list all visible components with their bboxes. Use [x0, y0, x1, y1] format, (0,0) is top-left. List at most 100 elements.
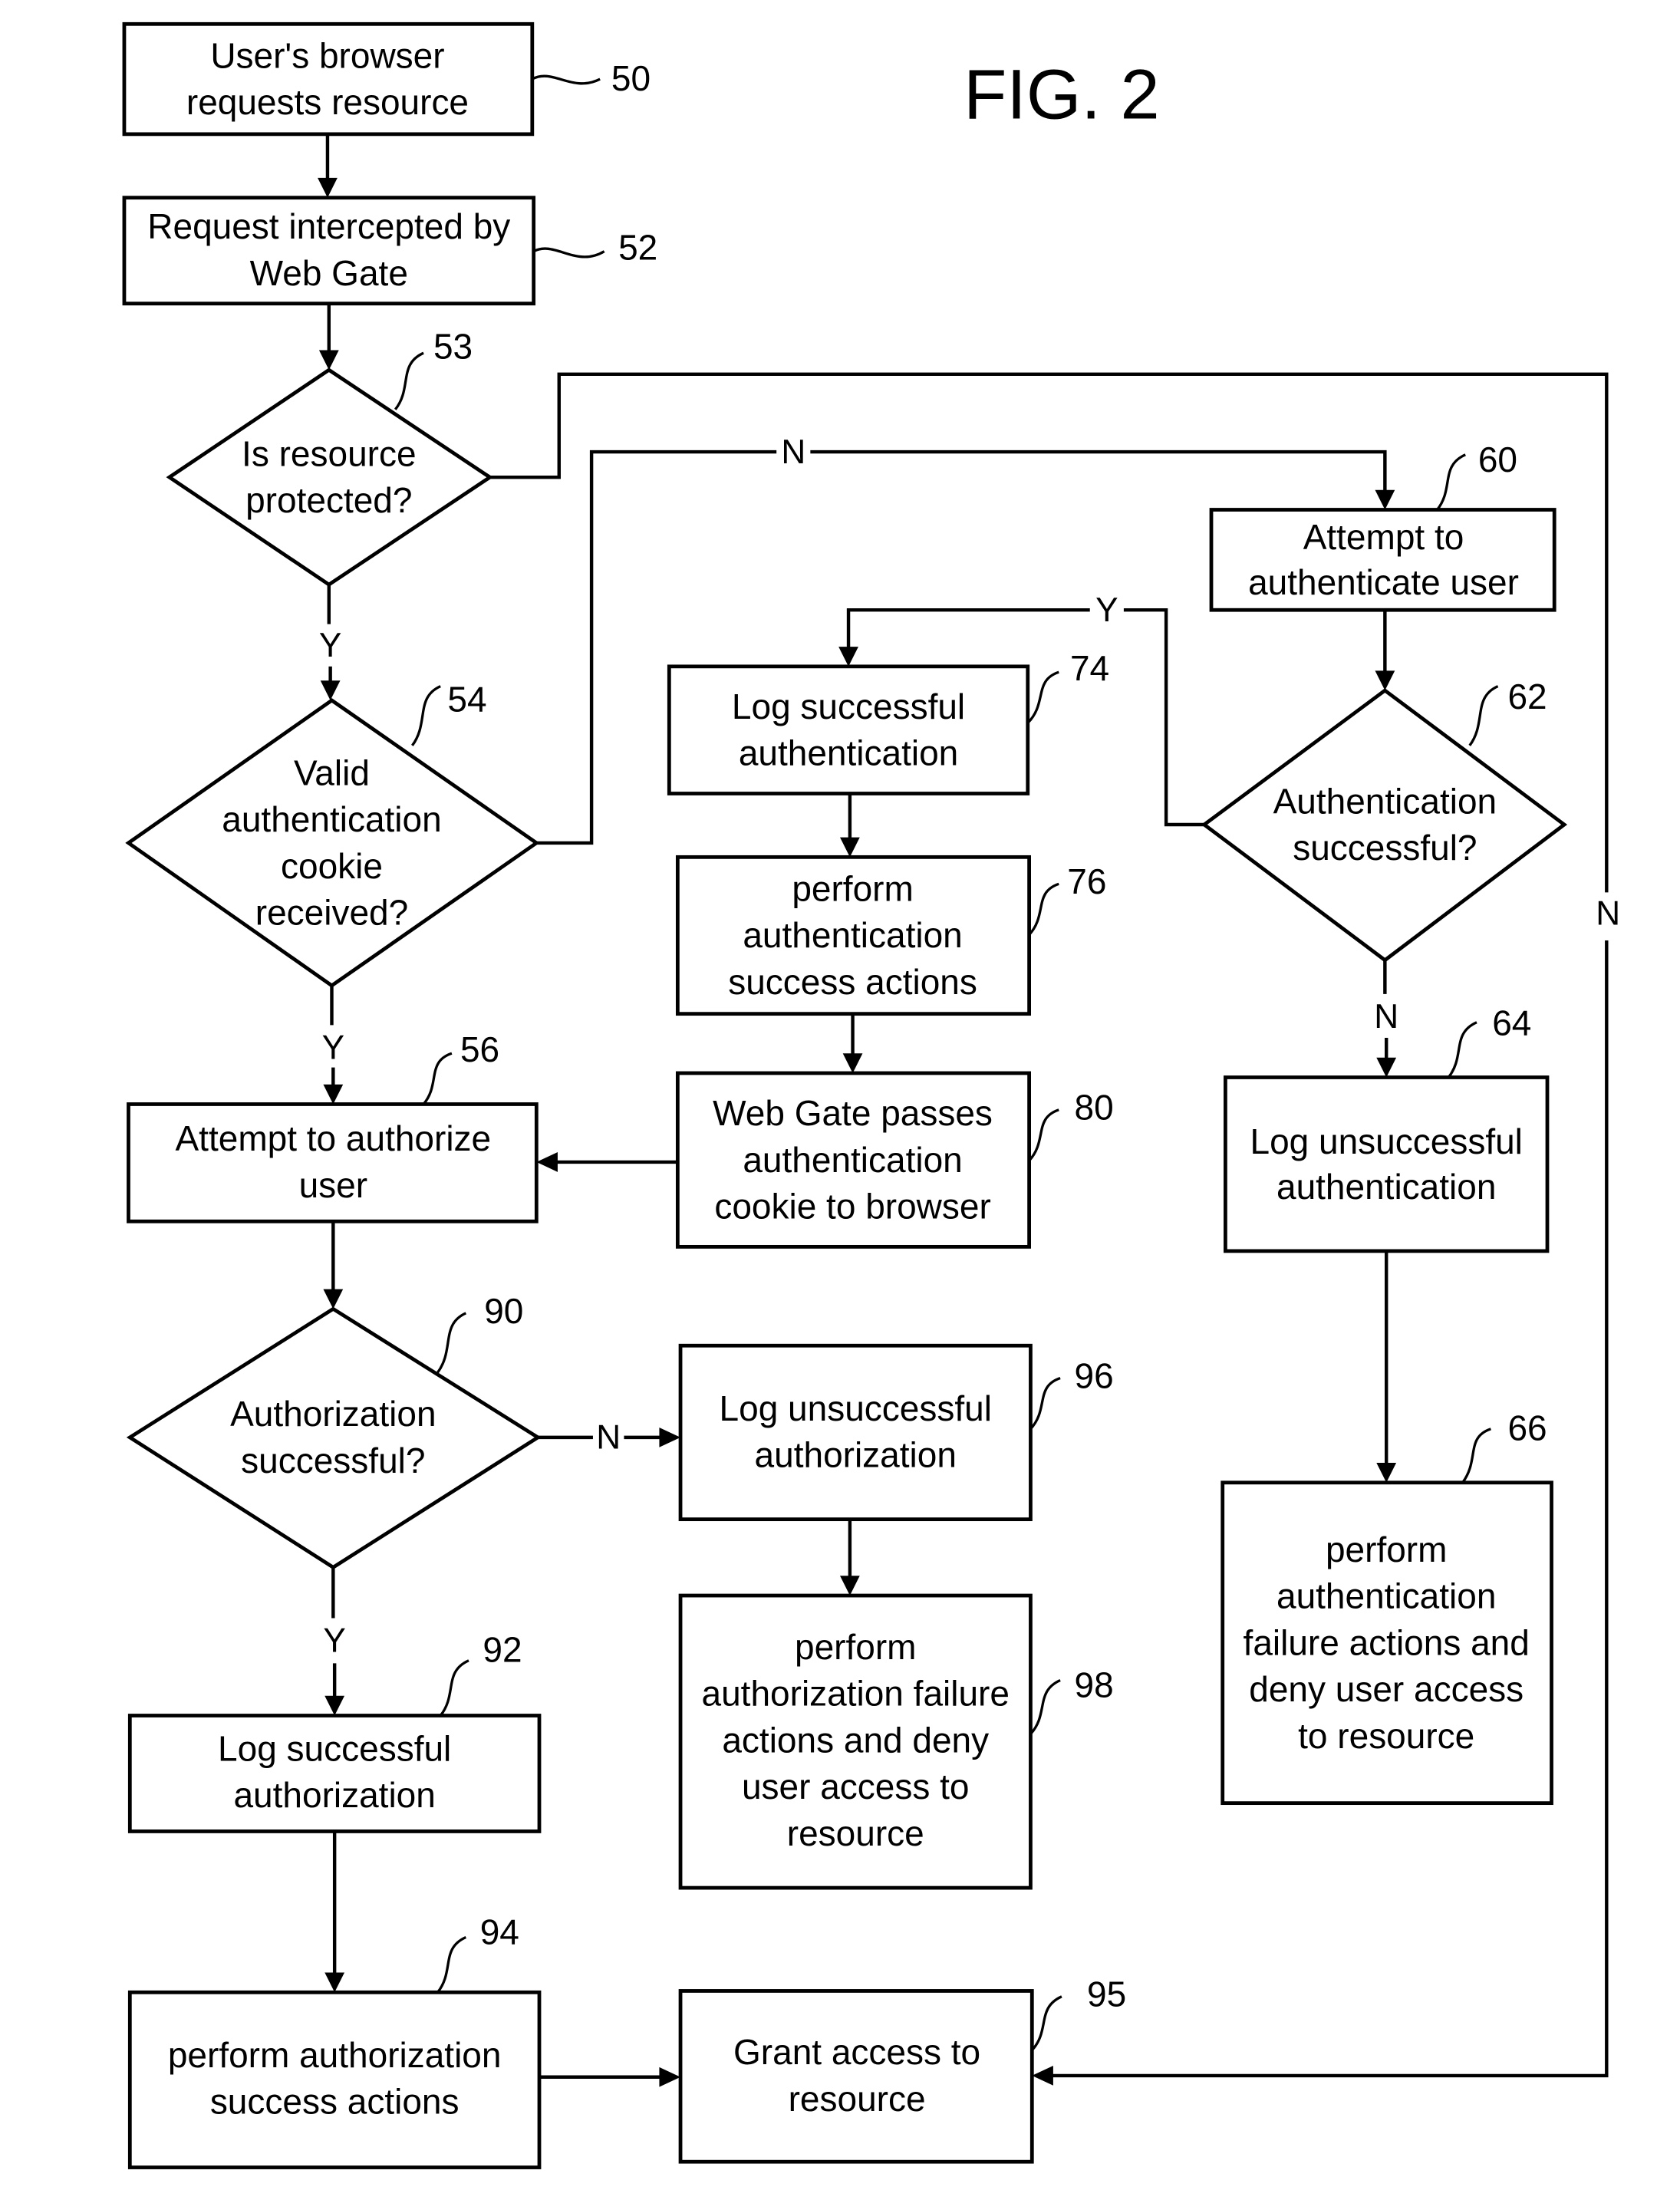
connector-line [1123, 608, 1204, 827]
reference-leader-line [1031, 1995, 1062, 2051]
reference-leader-line [532, 74, 601, 85]
node-text-line: authorization [233, 1775, 435, 1815]
connector-line [810, 450, 1387, 492]
node-text-line: deny user access [1249, 1669, 1524, 1709]
arrow-head-icon [318, 177, 338, 198]
arrow-head-icon [1376, 1057, 1397, 1078]
edge-60-to-62 [1375, 610, 1395, 691]
reference-number: 96 [1074, 1355, 1113, 1395]
reference-number: 92 [483, 1630, 522, 1670]
node-54-valid-cookie-received: Valid authentication cookie received? 54 [125, 680, 540, 988]
node-text-line: successful? [1293, 828, 1477, 868]
reference-number: 98 [1074, 1665, 1113, 1705]
node-text-line: Authorization [230, 1394, 436, 1434]
node-text-line: Log unsuccessful [1250, 1121, 1523, 1161]
node-text-line: Web Gate passes [713, 1093, 993, 1133]
arrow-head-icon [323, 1084, 344, 1105]
node-90-authorization-successful: Authorization successful? 90 [126, 1291, 542, 1570]
node-text-line: successful? [241, 1441, 425, 1480]
reference-leader-line [1029, 1376, 1061, 1430]
node-52-request-intercepted: Request intercepted by Web Gate 52 [122, 196, 657, 306]
node-text-line: Valid [294, 753, 370, 792]
decision-diamond [126, 1306, 542, 1570]
node-text-line: authenticate user [1248, 562, 1519, 602]
edge-62-no-to-64: N [1374, 960, 1398, 1078]
node-50-browser-requests-resource: User's browser requests resource 50 [122, 21, 651, 137]
arrow-head-icon [320, 680, 341, 701]
node-text-line: to resource [1298, 1716, 1474, 1756]
edge-74-to-76 [840, 793, 860, 858]
reference-leader-line [1028, 1108, 1059, 1162]
reference-leader-line [1468, 685, 1499, 746]
node-text-line: authentication [743, 915, 962, 955]
reference-leader-line [422, 1052, 453, 1105]
arrow-head-icon [536, 1152, 558, 1172]
arrow-head-icon [1375, 489, 1395, 510]
reference-number: 56 [460, 1029, 499, 1069]
reference-leader-line [436, 1312, 467, 1374]
reference-number: 94 [480, 1912, 519, 1952]
node-text-line: success actions [728, 962, 977, 1002]
node-80-web-gate-passes-cookie: Web Gate passes authentication cookie to… [675, 1071, 1114, 1249]
decision-diamond [166, 367, 493, 587]
edge-label-no: N [1374, 998, 1398, 1036]
node-text-line: authentication [739, 733, 958, 773]
node-76-authentication-success-actions: perform authentication success actions 7… [675, 855, 1106, 1016]
arrow-head-icon [324, 1972, 345, 1993]
reference-number: 50 [611, 58, 651, 98]
edge-label-no: N [781, 433, 805, 471]
arrow-head-icon [1376, 1463, 1397, 1483]
node-text-line: Attempt to authorize [176, 1118, 492, 1158]
arrow-head-icon [842, 1053, 863, 1073]
edge-54-yes-to-56: Y [322, 985, 344, 1105]
node-text-line: perform [1326, 1530, 1447, 1569]
node-92-log-successful-authorization: Log successful authorization 92 [127, 1630, 542, 1833]
node-text-line: perform [792, 868, 913, 908]
reference-number: 52 [618, 228, 657, 268]
arrow-head-icon [659, 1427, 681, 1447]
node-98-authorization-failure-actions: perform authorization failure actions an… [678, 1593, 1114, 1890]
reference-number: 60 [1478, 440, 1517, 479]
node-text-line: authentication [1276, 1167, 1496, 1207]
node-text-line: Attempt to [1303, 517, 1464, 557]
node-text-line: cookie to browser [714, 1187, 990, 1227]
reference-leader-line [1029, 1678, 1061, 1735]
node-60-attempt-to-authenticate: Attempt to authenticate user 60 [1209, 440, 1556, 612]
arrow-head-icon [1032, 2066, 1053, 2086]
arrow-head-icon [323, 1289, 344, 1309]
reference-leader-line [532, 247, 605, 259]
node-74-log-successful-authentication: Log successful authentication 74 [667, 648, 1109, 795]
node-text-line: authorization [755, 1435, 957, 1475]
edge-50-to-52 [318, 133, 338, 198]
process-box [667, 664, 1030, 795]
reference-leader-line [1026, 670, 1059, 724]
edge-92-to-94 [324, 1831, 345, 1993]
node-text-line: success actions [210, 2082, 460, 2122]
process-box [1224, 1075, 1550, 1253]
reference-number: 54 [447, 680, 486, 720]
node-text-line: Authentication [1273, 781, 1497, 821]
reference-number: 90 [484, 1291, 523, 1331]
node-text-line: authorization failure [702, 1674, 1010, 1714]
reference-leader-line [436, 1935, 467, 1994]
reference-number: 53 [433, 327, 473, 367]
node-text-line: failure actions and [1244, 1622, 1530, 1662]
edge-53-yes-to-54: Y [319, 585, 341, 701]
node-text-line: User's browser [210, 35, 444, 75]
node-text-line: resource [789, 2079, 926, 2119]
edge-96-to-98 [840, 1519, 860, 1596]
node-text-line: Log successful [218, 1728, 451, 1768]
reference-leader-line [1028, 882, 1059, 936]
arrow-head-icon [840, 837, 860, 858]
reference-number: 76 [1067, 861, 1106, 901]
node-text-line: authentication [1276, 1576, 1496, 1616]
node-text-line: Web Gate [250, 253, 408, 293]
reference-number: 62 [1507, 677, 1547, 716]
node-text-line: protected? [245, 480, 412, 520]
reference-leader-line [394, 351, 424, 410]
edge-52-to-53 [318, 303, 339, 370]
node-text-line: authentication [222, 799, 441, 839]
arrow-head-icon [1375, 670, 1395, 691]
edge-64-to-66 [1376, 1250, 1397, 1483]
edge-label-no: N [596, 1419, 621, 1457]
